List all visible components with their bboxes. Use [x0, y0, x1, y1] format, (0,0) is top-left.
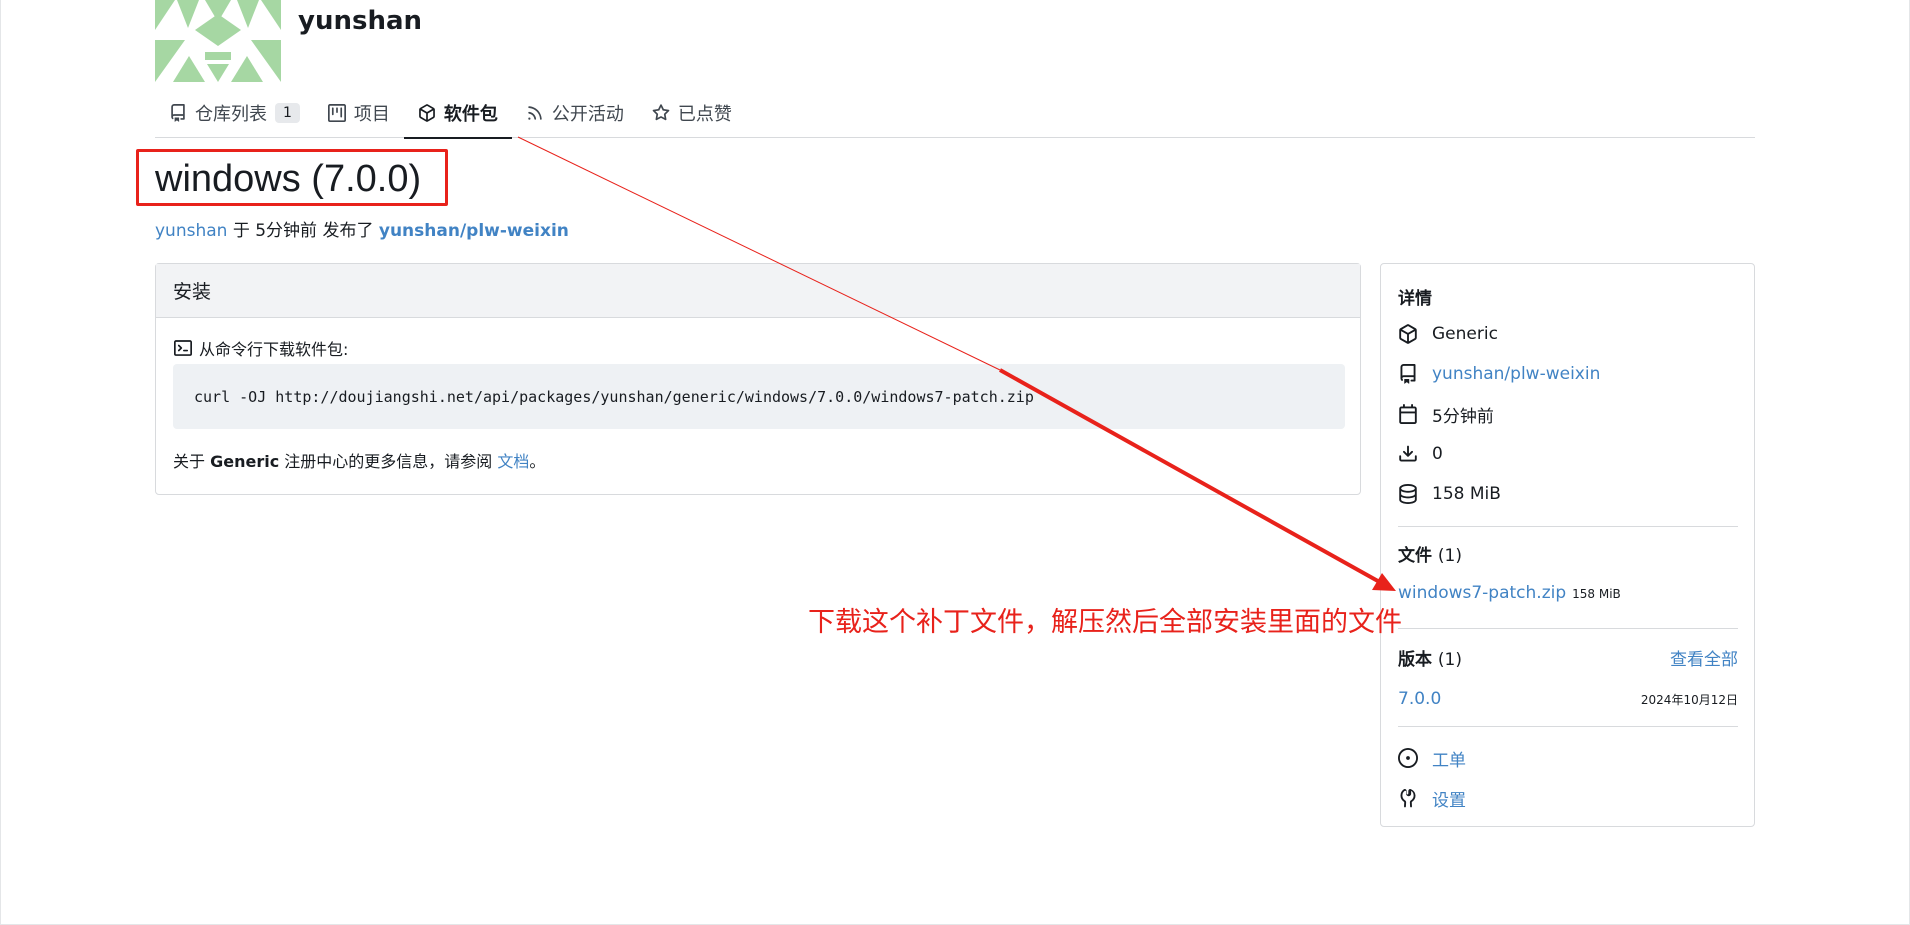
- star-icon: [652, 103, 670, 120]
- cli-label-text: 从命令行下载软件包:: [199, 340, 349, 359]
- download-icon: [1399, 445, 1417, 462]
- detail-type: Generic: [1398, 314, 1738, 354]
- tab-projects[interactable]: 项目: [314, 88, 404, 138]
- view-all-versions-link[interactable]: 查看全部: [1670, 645, 1738, 670]
- files-heading-text: 文件: [1398, 546, 1432, 566]
- package-icon: [1399, 324, 1417, 344]
- user-tabs: 仓库列表 1 项目 软件包 公开活动 已点赞: [155, 88, 1755, 139]
- file-link[interactable]: windows7-patch.zip: [1398, 583, 1566, 603]
- title-highlight-box: [136, 149, 448, 206]
- owner-avatar[interactable]: [155, 0, 281, 82]
- details-sidebar: 详情 Generic yunshan/plw-weixin 5分钟前 0 158…: [1380, 263, 1755, 827]
- issue-icon: [1398, 748, 1418, 768]
- sidebar-divider: [1398, 726, 1738, 727]
- sidebar-divider: [1398, 628, 1738, 629]
- install-command[interactable]: curl -OJ http://doujiangshi.net/api/pack…: [173, 364, 1345, 429]
- detail-size: 158 MiB: [1398, 474, 1738, 514]
- owner-name[interactable]: yunshan: [298, 6, 422, 36]
- install-heading: 安装: [156, 264, 1360, 318]
- publish-time-text: 于 5分钟前 发布了: [227, 221, 379, 241]
- file-size: 158 MiB: [1572, 587, 1621, 601]
- repo-icon: [171, 103, 185, 122]
- versions-heading: 版本 (1): [1398, 645, 1462, 670]
- tab-repositories-label: 仓库列表: [195, 103, 267, 125]
- detail-repo-link[interactable]: yunshan/plw-weixin: [1432, 364, 1600, 384]
- versions-count: (1): [1437, 649, 1463, 670]
- info-prefix: 关于: [173, 452, 211, 471]
- detail-size-value: 158 MiB: [1432, 484, 1501, 504]
- database-icon: [1399, 484, 1417, 504]
- versions-header: 版本 (1) 查看全部: [1398, 642, 1738, 672]
- package-icon: [419, 103, 435, 122]
- repo-icon: [1400, 364, 1416, 384]
- detail-downloads: 0: [1398, 434, 1738, 474]
- detail-repo: yunshan/plw-weixin: [1398, 354, 1738, 394]
- sidebar-divider: [1398, 526, 1738, 527]
- package-subline: yunshan 于 5分钟前 发布了 yunshan/plw-weixin: [155, 216, 569, 241]
- tab-projects-label: 项目: [353, 103, 390, 125]
- details-section: 详情 Generic yunshan/plw-weixin 5分钟前 0 158…: [1398, 284, 1738, 514]
- version-item: 7.0.0 2024年10月12日: [1398, 684, 1738, 714]
- issues-link[interactable]: 工单: [1432, 746, 1466, 771]
- version-date: 2024年10月12日: [1640, 692, 1738, 707]
- tab-activity-label: 公开活动: [551, 103, 624, 125]
- repo-count-badge: 1: [275, 102, 300, 123]
- versions-section: 版本 (1) 查看全部 7.0.0 2024年10月12日: [1398, 642, 1738, 714]
- project-icon: [327, 103, 346, 122]
- repo-link[interactable]: yunshan/plw-weixin: [379, 221, 569, 241]
- info-suffix: 。: [529, 452, 546, 471]
- info-registry-name: Generic: [210, 452, 280, 471]
- tools-icon: [1400, 789, 1416, 808]
- version-link[interactable]: 7.0.0: [1398, 689, 1441, 709]
- rss-icon: [528, 105, 542, 120]
- registry-info: 关于 Generic 注册中心的更多信息，请参阅 文档。: [173, 448, 545, 472]
- calendar-icon: [1399, 404, 1417, 424]
- tab-packages[interactable]: 软件包: [403, 88, 512, 139]
- tab-activity[interactable]: 公开活动: [512, 88, 638, 138]
- files-count: (1): [1437, 546, 1463, 566]
- details-heading: 详情: [1398, 289, 1432, 309]
- info-mid: 注册中心的更多信息，请参阅: [279, 452, 498, 471]
- tab-starred-label: 已点赞: [677, 103, 732, 125]
- terminal-icon: [174, 340, 192, 356]
- issues-row[interactable]: 工单: [1398, 738, 1738, 778]
- file-item: windows7-patch.zip 158 MiB: [1398, 583, 1738, 603]
- cli-label: 从命令行下载软件包:: [173, 336, 348, 360]
- links-section: 工单 设置: [1398, 738, 1738, 818]
- detail-time-value: 5分钟前: [1432, 406, 1494, 427]
- detail-type-value: Generic: [1432, 324, 1498, 344]
- versions-heading-text: 版本: [1398, 649, 1432, 670]
- detail-time: 5分钟前: [1398, 394, 1738, 434]
- detail-downloads-value: 0: [1432, 444, 1443, 464]
- settings-link[interactable]: 设置: [1432, 786, 1466, 811]
- settings-row[interactable]: 设置: [1398, 778, 1738, 818]
- files-heading: 文件 (1): [1398, 541, 1738, 571]
- files-section: 文件 (1) windows7-patch.zip 158 MiB: [1398, 541, 1738, 603]
- annotation-text: 下载这个补丁文件，解压然后全部安装里面的文件: [808, 607, 1402, 638]
- tab-packages-label: 软件包: [443, 103, 498, 125]
- install-panel: 安装 从命令行下载软件包: curl -OJ http://doujiangsh…: [155, 263, 1361, 495]
- docs-link[interactable]: 文档: [497, 452, 529, 471]
- tab-repositories[interactable]: 仓库列表 1: [155, 88, 314, 138]
- publisher-link[interactable]: yunshan: [155, 221, 227, 241]
- tab-starred[interactable]: 已点赞: [638, 88, 746, 138]
